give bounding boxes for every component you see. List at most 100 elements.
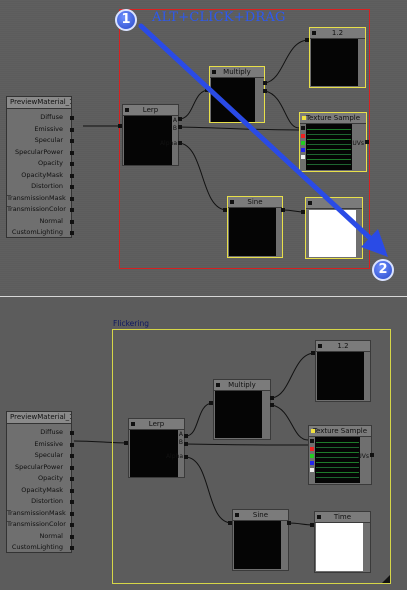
pin-label-uvs: UVs: [357, 453, 369, 460]
input-emissive[interactable]: Emissive: [7, 124, 74, 136]
sine-node[interactable]: Sine: [227, 196, 283, 258]
multiply-input-a-pin[interactable]: [270, 396, 274, 400]
sine-output-pin[interactable]: [223, 208, 227, 212]
input-pin[interactable]: [70, 465, 74, 470]
sine-output-pin[interactable]: [228, 521, 232, 525]
input-custom-lighting[interactable]: CustomLighting: [7, 227, 74, 239]
input-specular-power[interactable]: SpecularPower: [7, 462, 74, 474]
preview-material-node[interactable]: PreviewMaterial_1 Diffuse Emissive Specu…: [6, 411, 74, 554]
texture-uvs-pin[interactable]: [365, 140, 369, 144]
input-pin[interactable]: [70, 523, 74, 527]
input-pin[interactable]: [70, 196, 74, 201]
input-pin[interactable]: [70, 173, 74, 178]
channel-rgb-icon[interactable]: [310, 439, 314, 443]
input-pin[interactable]: [70, 116, 74, 120]
multiply-input-a-pin[interactable]: [263, 81, 267, 85]
lerp-output-pin[interactable]: [124, 441, 128, 445]
input-pin[interactable]: [70, 546, 74, 550]
channel-alpha-icon[interactable]: [310, 468, 314, 472]
lerp-input-b-pin[interactable]: [178, 125, 182, 129]
multiply-input-b-pin[interactable]: [263, 89, 267, 93]
channel-alpha-icon[interactable]: [301, 155, 305, 159]
input-opacity[interactable]: Opacity: [7, 473, 74, 485]
input-diffuse[interactable]: Diffuse: [7, 427, 74, 439]
input-pin[interactable]: [70, 477, 74, 481]
input-pin[interactable]: [70, 127, 74, 132]
sine-input-pin[interactable]: [287, 521, 291, 525]
input-normal[interactable]: Normal: [7, 216, 74, 228]
input-pin[interactable]: [70, 139, 74, 143]
multiply-node[interactable]: Multiply: [213, 379, 271, 440]
channel-blue-icon[interactable]: [310, 461, 314, 465]
input-diffuse[interactable]: Diffuse: [7, 112, 74, 124]
input-pin[interactable]: [70, 534, 74, 539]
step-two-badge: 2: [372, 259, 394, 281]
node-preview: [211, 78, 255, 122]
input-transmission-mask[interactable]: TransmissionMask: [7, 508, 74, 520]
input-emissive[interactable]: Emissive: [7, 439, 74, 451]
canvas-bottom[interactable]: Flickering PreviewMaterial_1 Diffuse Emi…: [0, 297, 407, 590]
input-transmission-color[interactable]: TransmissionColor: [7, 204, 74, 216]
lerp-alpha-pin[interactable]: [178, 141, 182, 145]
input-specular[interactable]: Specular: [7, 450, 74, 462]
input-transmission-color[interactable]: TransmissionColor: [7, 519, 74, 531]
constant-output-pin[interactable]: [305, 38, 309, 42]
input-specular-power[interactable]: SpecularPower: [7, 147, 74, 159]
input-opacity-mask[interactable]: OpacityMask: [7, 485, 74, 497]
channel-red-icon[interactable]: [310, 447, 314, 451]
input-specular[interactable]: Specular: [7, 135, 74, 147]
multiply-output-pin[interactable]: [205, 88, 209, 92]
node-title: PreviewMaterial_1: [7, 97, 71, 109]
input-pin[interactable]: [70, 162, 74, 166]
input-pin[interactable]: [70, 511, 74, 516]
channel-red-icon[interactable]: [301, 134, 305, 138]
canvas-top[interactable]: PreviewMaterial_1 Diffuse Emissive Specu…: [0, 0, 407, 297]
lerp-node[interactable]: Lerp A B Alpha: [122, 104, 179, 166]
multiply-input-b-pin[interactable]: [270, 403, 274, 407]
input-pin[interactable]: [70, 219, 74, 224]
preview-material-node[interactable]: PreviewMaterial_1 Diffuse Emissive Specu…: [6, 96, 74, 239]
input-pin[interactable]: [70, 208, 74, 212]
input-pin[interactable]: [70, 185, 74, 189]
input-pin[interactable]: [70, 150, 74, 155]
input-pin[interactable]: [70, 454, 74, 458]
input-normal[interactable]: Normal: [7, 531, 74, 543]
constant-node[interactable]: 1.2: [315, 340, 371, 402]
lerp-output-pin[interactable]: [118, 124, 122, 128]
time-output-pin[interactable]: [301, 210, 305, 214]
lerp-input-a-pin[interactable]: [184, 434, 188, 438]
input-pin[interactable]: [70, 431, 74, 435]
texture-sample-node[interactable]: Texture Sample UVs: [308, 425, 372, 485]
channel-blue-icon[interactable]: [301, 148, 305, 152]
sine-node[interactable]: Sine: [232, 509, 289, 571]
lerp-input-a-pin[interactable]: [178, 117, 182, 121]
input-pin[interactable]: [70, 442, 74, 447]
resize-handle[interactable]: [382, 575, 390, 583]
channel-rgb-icon[interactable]: [301, 126, 305, 130]
input-opacity[interactable]: Opacity: [7, 158, 74, 170]
sine-input-pin[interactable]: [281, 208, 285, 212]
time-node[interactable]: [305, 197, 363, 259]
time-node[interactable]: Time: [314, 511, 371, 573]
input-opacity-mask[interactable]: OpacityMask: [7, 170, 74, 182]
input-pin[interactable]: [70, 231, 74, 235]
pin-label-a: A: [172, 117, 177, 124]
channel-green-icon[interactable]: [310, 454, 314, 458]
input-pin[interactable]: [70, 488, 74, 493]
input-distortion[interactable]: Distortion: [7, 181, 74, 193]
input-pin[interactable]: [70, 500, 74, 504]
time-output-pin[interactable]: [310, 523, 314, 527]
texture-sample-node[interactable]: Texture Sample UVs: [299, 112, 367, 172]
lerp-node[interactable]: Lerp A B Alpha: [128, 418, 185, 478]
input-transmission-mask[interactable]: TransmissionMask: [7, 193, 74, 205]
texture-uvs-pin[interactable]: [370, 453, 374, 457]
constant-node[interactable]: 1.2: [309, 27, 366, 88]
channel-green-icon[interactable]: [301, 141, 305, 145]
input-custom-lighting[interactable]: CustomLighting: [7, 542, 74, 554]
constant-output-pin[interactable]: [311, 351, 315, 355]
input-distortion[interactable]: Distortion: [7, 496, 74, 508]
multiply-output-pin[interactable]: [209, 401, 213, 405]
multiply-node[interactable]: Multiply: [209, 66, 265, 123]
lerp-input-b-pin[interactable]: [184, 442, 188, 446]
lerp-alpha-pin[interactable]: [184, 455, 188, 459]
